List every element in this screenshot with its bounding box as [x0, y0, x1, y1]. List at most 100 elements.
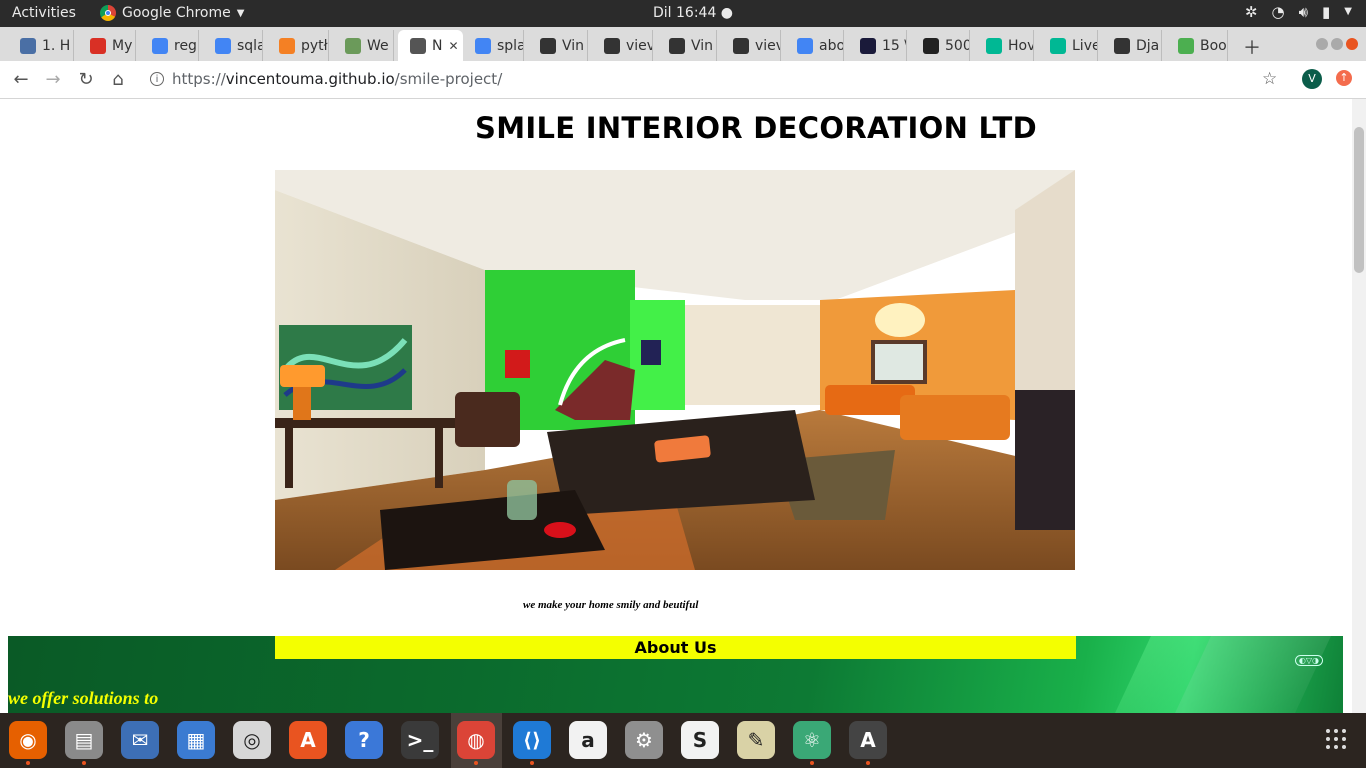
maximize-button[interactable] [1331, 38, 1343, 50]
wifi-icon[interactable]: ◔ [1271, 3, 1284, 21]
extension-icon[interactable]: ↑ [1336, 70, 1352, 86]
tab-3[interactable]: sqla [203, 30, 263, 61]
github-icon [669, 37, 685, 54]
profile-avatar[interactable]: V [1302, 69, 1322, 89]
system-tray[interactable]: ✲ ◔ 🔊︎ ▮ ▼ [1245, 3, 1352, 21]
page-viewport: SMILE INTERIOR DECORATION LTD we make yo… [0, 99, 1352, 713]
tab-13[interactable]: 15 \ [848, 30, 907, 61]
files-glyph: ▤ [74, 728, 94, 752]
tab-label: Boo [1200, 37, 1227, 54]
scrollbar-thumb[interactable] [1354, 127, 1364, 273]
vscode-launcher-icon[interactable]: ⟨⟩ [513, 721, 551, 765]
home-icon[interactable]: ⌂ [108, 69, 128, 90]
minimize-button[interactable] [1316, 38, 1328, 50]
chrome-icon [100, 5, 116, 21]
tab-8[interactable]: Vin [528, 30, 588, 61]
forward-arrow-icon[interactable]: → [43, 69, 63, 90]
close-window-button[interactable] [1346, 38, 1358, 50]
files-launcher-icon[interactable]: ▤ [65, 721, 103, 765]
tab-9[interactable]: viev [592, 30, 653, 61]
tab-label: Live [1072, 37, 1098, 54]
clock[interactable]: Dil 16:44 ● [653, 5, 733, 21]
back-arrow-icon[interactable]: ← [11, 69, 31, 90]
tab-17[interactable]: Dja [1102, 30, 1162, 61]
firefox-launcher-icon[interactable]: ◉ [9, 721, 47, 765]
tab-12[interactable]: abo [785, 30, 844, 61]
chrome-launcher-icon[interactable]: ◍ [457, 721, 495, 765]
rhythmbox-glyph: ◎ [243, 728, 261, 752]
tagline-text: we make your home smily and beutiful [523, 599, 699, 611]
volume-icon[interactable]: 🔊︎ [1299, 3, 1308, 21]
writer-launcher-icon[interactable]: ▦ [177, 721, 215, 759]
chrome-glyph: ◍ [467, 728, 485, 752]
tab-label: Dja [1136, 37, 1160, 54]
tab-label: spla [497, 37, 524, 54]
tab-18[interactable]: Boo [1166, 30, 1228, 61]
github-icon [733, 37, 749, 54]
tab-5[interactable]: We [333, 30, 394, 61]
software-launcher-icon[interactable]: A [289, 721, 327, 759]
github-icon [540, 37, 556, 54]
vscode-glyph: ⟨⟩ [522, 728, 542, 752]
tab-0[interactable]: 1. H [8, 30, 74, 61]
tab-16[interactable]: Live [1038, 30, 1098, 61]
tab-4[interactable]: pytł [267, 30, 329, 61]
url-host: vincentouma.github.io [225, 70, 395, 88]
atom-glyph: ⚛ [803, 728, 821, 752]
page-title: SMILE INTERIOR DECORATION LTD [475, 111, 1037, 145]
tab-2[interactable]: reg [140, 30, 199, 61]
battery-icon[interactable]: ▮ [1322, 3, 1330, 21]
hexagon-icon [1050, 37, 1066, 54]
about-section: ◐▽◑ About Us we offer solutions to [8, 636, 1343, 713]
tab-label: reg [174, 37, 197, 54]
browser-toolbar: ← → ↻ ⌂ i https://vincentouma.github.io/… [0, 61, 1366, 99]
close-tab-icon[interactable]: ✕ [448, 39, 458, 53]
tab-label: Hov [1008, 37, 1034, 54]
bookmark-star-icon[interactable]: ☆ [1262, 69, 1277, 89]
system-top-bar: Activities Google Chrome ▼ Dil 16:44 ● ✲… [0, 0, 1366, 27]
github-icon [1114, 37, 1130, 54]
activities-button[interactable]: Activities [12, 5, 76, 21]
tab-label: viev [626, 37, 653, 54]
tab-14[interactable]: 500 [911, 30, 970, 61]
tab-label: N [432, 37, 443, 54]
tab-6[interactable]: N ✕ [398, 30, 463, 61]
rhythmbox-launcher-icon[interactable]: ◎ [233, 721, 271, 759]
app-menu[interactable]: Google Chrome ▼ [100, 5, 244, 21]
software-glyph: A [300, 728, 316, 752]
thunderbird-launcher-icon[interactable]: ✉ [121, 721, 159, 759]
site-icon [923, 37, 939, 54]
tab-15[interactable]: Hov [974, 30, 1034, 61]
accessibility-icon[interactable]: ✲ [1245, 3, 1258, 21]
tab-11[interactable]: viev [721, 30, 781, 61]
image-viewer-glyph: ✎ [747, 728, 765, 752]
url-bar[interactable]: i https://vincentouma.github.io/smile-pr… [150, 70, 502, 88]
image-viewer-launcher-icon[interactable]: ✎ [737, 721, 775, 759]
tab-label: Vin [691, 37, 714, 54]
arrow-icon [345, 37, 361, 54]
amazon-launcher-icon[interactable]: a [569, 721, 607, 759]
chevron-down-icon[interactable]: ▼ [1344, 3, 1352, 21]
updater-launcher-icon[interactable]: A [849, 721, 887, 765]
tab-7[interactable]: spla [463, 30, 524, 61]
page-scrollbar[interactable] [1352, 99, 1366, 713]
google-icon [215, 37, 231, 54]
firefox-glyph: ◉ [19, 728, 37, 752]
settings-launcher-icon[interactable]: ⚙ [625, 721, 663, 759]
atom-launcher-icon[interactable]: ⚛ [793, 721, 831, 765]
tab-1[interactable]: My [78, 30, 136, 61]
site-info-icon[interactable]: i [150, 72, 164, 86]
show-applications-icon[interactable] [1326, 729, 1346, 749]
reload-icon[interactable]: ↻ [76, 69, 96, 90]
new-tab-button[interactable]: ＋ [1243, 34, 1261, 60]
terminal-launcher-icon[interactable]: >_ [401, 721, 439, 759]
arch-icon [860, 37, 876, 54]
tab-label: My [112, 37, 133, 54]
slack-launcher-icon[interactable]: S [681, 721, 719, 759]
tab-10[interactable]: Vin [657, 30, 717, 61]
tab-label: Vin [562, 37, 585, 54]
stackoverflow-icon [279, 37, 295, 54]
list-icon [20, 37, 36, 54]
help-launcher-icon[interactable]: ? [345, 721, 383, 759]
amazon-glyph: a [581, 728, 595, 752]
